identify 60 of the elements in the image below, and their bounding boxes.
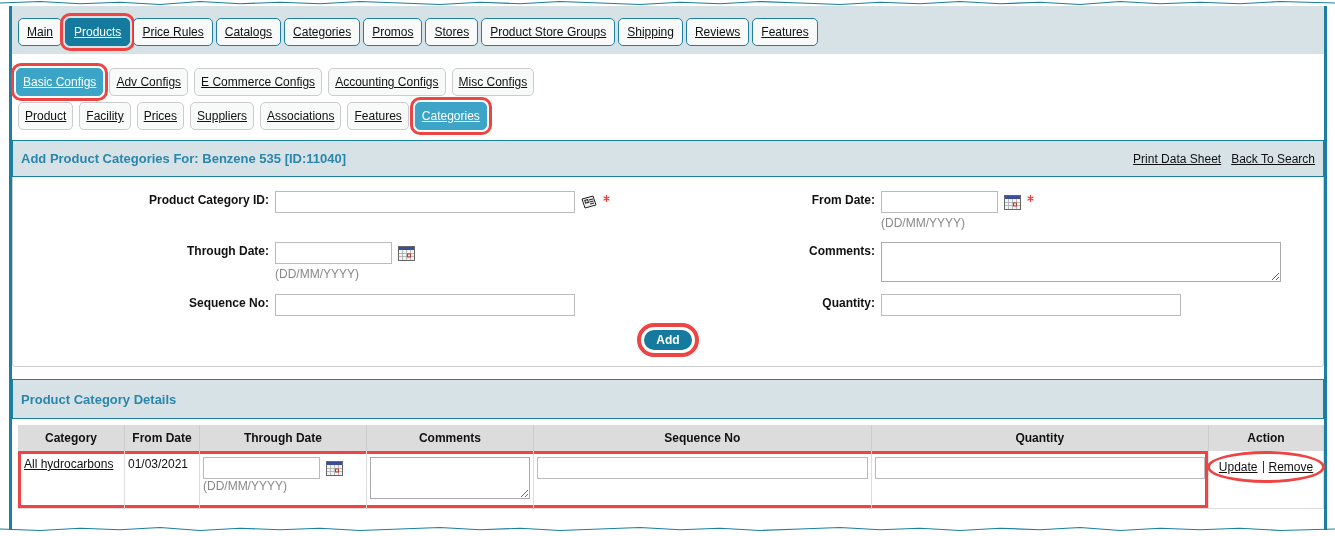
tab[interactable]: Product Store Groups [481,18,616,46]
tab[interactable]: Adv Configs [109,68,189,96]
tab[interactable]: Misc Configs [451,68,535,96]
tab[interactable]: Accounting Configs [328,68,446,96]
action-link[interactable]: Update [1218,460,1258,474]
date-format-hint: (DD/MM/YYYY) [202,479,287,493]
date-format-hint: (DD/MM/YYYY) [275,267,360,281]
column-header: Sequence No [533,425,872,451]
field-label: Through Date: [186,243,269,260]
tab[interactable]: Promos [363,18,423,46]
action-link[interactable]: Remove [1268,460,1314,474]
tab[interactable]: Stores [425,18,479,46]
tab[interactable]: Categories [284,18,361,46]
date-field[interactable] [202,457,320,479]
required-asterisk-icon [603,195,610,202]
panel-title: Product Category Details [21,391,177,407]
tab[interactable]: Product [18,102,74,130]
calendar-icon[interactable] [325,460,343,476]
tab[interactable]: Facility [79,102,131,130]
comments-textarea[interactable] [881,242,1281,282]
tab[interactable]: Catalogs [215,18,282,46]
field-label: From Date: [810,192,875,209]
date-format-hint: (DD/MM/YYYY) [881,216,966,230]
input-field[interactable] [536,457,868,479]
date-cell: 01/03/2021 [125,451,200,509]
tab[interactable]: E Commerce Configs [194,68,323,96]
column-header: Quantity [871,425,1210,451]
column-header: Through Date [199,425,367,451]
field-label: Sequence No: [188,295,269,312]
tab[interactable]: Price Rules [133,18,213,46]
lookup-icon[interactable] [581,195,597,209]
tab[interactable]: Suppliers [190,102,255,130]
date-field[interactable] [275,242,392,264]
column-header: Category [18,425,125,451]
date-field[interactable] [881,191,998,213]
tab[interactable]: Features [347,102,409,130]
header-link[interactable]: Back To Search [1231,151,1315,166]
tab[interactable]: Main [18,18,62,46]
tab[interactable]: Features [752,18,818,46]
input-field[interactable] [881,294,1181,316]
field-label: Comments: [808,243,875,260]
tab[interactable]: Reviews [685,18,750,46]
calendar-icon[interactable] [1004,194,1021,210]
field-label: Product Category ID: [148,192,269,209]
category-link[interactable]: All hydrocarbons [24,457,114,471]
tab[interactable]: Shipping [618,18,683,46]
calendar-icon[interactable] [398,245,415,261]
column-header: Comments [366,425,534,451]
column-header: From Date [125,425,200,451]
tab[interactable]: Prices [136,102,185,130]
required-asterisk-icon [1027,195,1034,202]
comments-textarea[interactable] [369,457,530,499]
tab[interactable]: Associations [260,102,342,130]
input-field[interactable] [275,294,575,316]
column-header: Action [1209,425,1324,451]
input-field[interactable] [275,191,575,213]
input-field[interactable] [874,457,1206,479]
panel-title: Add Product Categories For: Benzene 535 [ID:11040] [21,151,347,166]
field-label: Quantity: [821,295,875,312]
header-link[interactable]: Print Data Sheet [1133,151,1222,166]
